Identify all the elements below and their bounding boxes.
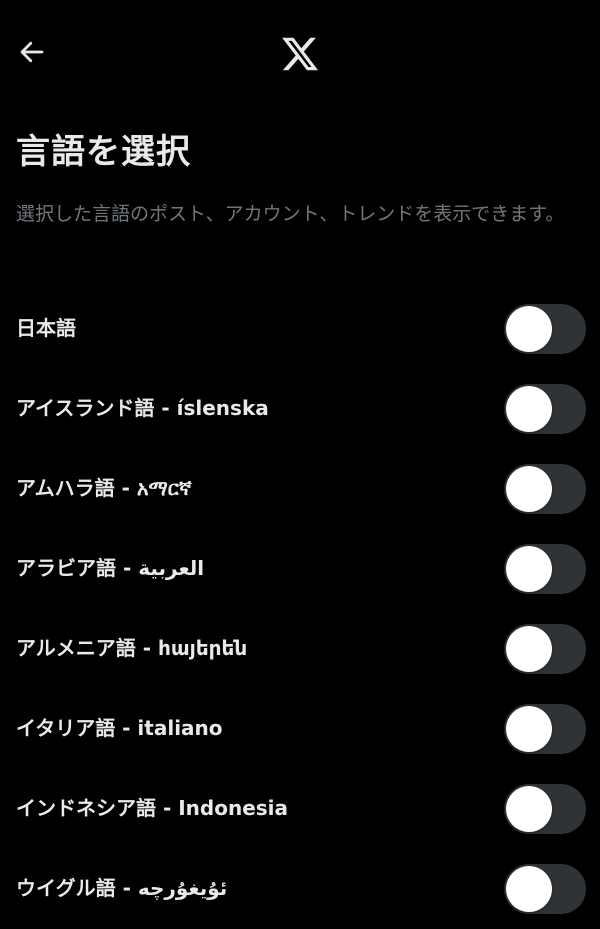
language-settings-screen: 言語を選択 選択した言語のポスト、アカウント、トレンドを表示できます。 日本語 … [0, 0, 600, 929]
toggle-knob [506, 706, 552, 752]
x-logo-icon [280, 34, 320, 74]
language-label: アムハラ語 - አማርኛ [16, 476, 192, 500]
toggle-knob [506, 546, 552, 592]
language-list: 日本語 アイスランド語 - íslenska アムハラ語 - አማርኛ アラビア… [0, 288, 600, 928]
language-row[interactable]: イタリア語 - italiano [0, 688, 600, 768]
language-toggle[interactable] [504, 304, 586, 354]
language-label: ウイグル語 - ئۇيغۇرچە [16, 876, 228, 900]
back-button[interactable] [10, 32, 54, 76]
toggle-knob [506, 626, 552, 672]
language-toggle[interactable] [504, 624, 586, 674]
language-row[interactable]: ウイグル語 - ئۇيغۇرچە [0, 848, 600, 928]
language-row[interactable]: アルメニア語 - հայերեն [0, 608, 600, 688]
language-label: 日本語 [16, 316, 76, 340]
language-toggle[interactable] [504, 704, 586, 754]
language-toggle[interactable] [504, 384, 586, 434]
toggle-knob [506, 786, 552, 832]
language-toggle[interactable] [504, 864, 586, 914]
toggle-knob [506, 866, 552, 912]
language-row[interactable]: 日本語 [0, 288, 600, 368]
language-toggle[interactable] [504, 784, 586, 834]
toggle-knob [506, 306, 552, 352]
page-description: 選択した言語のポスト、アカウント、トレンドを表示できます。 [16, 203, 565, 225]
language-row[interactable]: インドネシア語 - Indonesia [0, 768, 600, 848]
language-row[interactable]: アムハラ語 - አማርኛ [0, 448, 600, 528]
language-row[interactable]: アラビア語 - العربية [0, 528, 600, 608]
arrow-left-icon [17, 37, 47, 71]
page-title: 言語を選択 [16, 132, 191, 172]
language-label: アラビア語 - العربية [16, 556, 205, 580]
language-toggle[interactable] [504, 464, 586, 514]
language-toggle[interactable] [504, 544, 586, 594]
toggle-knob [506, 386, 552, 432]
language-label: イタリア語 - italiano [16, 716, 223, 740]
language-row[interactable]: アイスランド語 - íslenska [0, 368, 600, 448]
language-label: アイスランド語 - íslenska [16, 396, 269, 420]
language-label: インドネシア語 - Indonesia [16, 796, 289, 820]
top-bar [0, 0, 600, 108]
language-label: アルメニア語 - հայերեն [16, 636, 248, 660]
toggle-knob [506, 466, 552, 512]
